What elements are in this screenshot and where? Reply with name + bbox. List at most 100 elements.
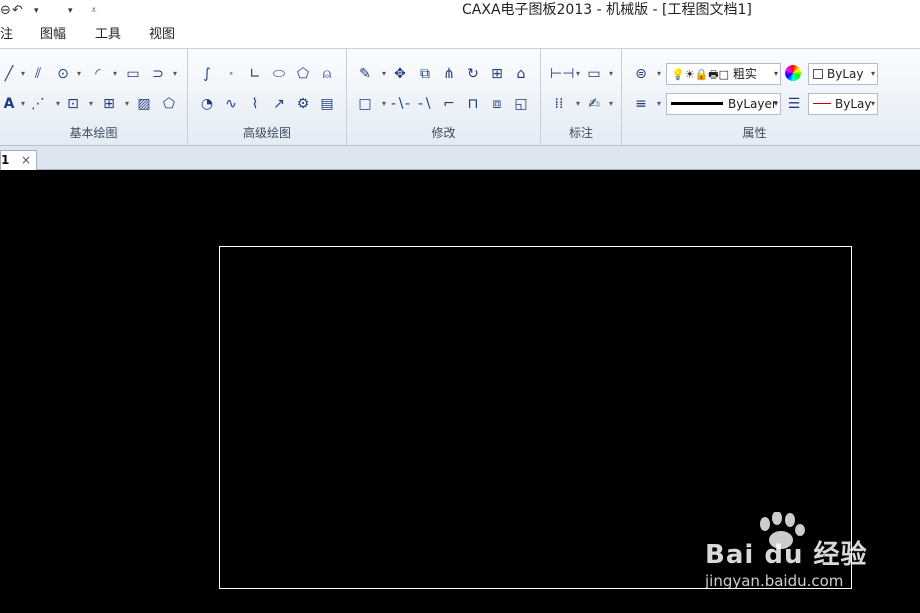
document-tab[interactable]: 1 × — [0, 150, 37, 170]
rotate-icon[interactable]: ↻ — [464, 65, 482, 83]
line-type-value: ByLay — [835, 97, 872, 111]
table-insert-icon[interactable]: ▤ — [318, 95, 336, 113]
layer-combo[interactable]: 💡☀🔒🖶□ 粗实 ▾ — [666, 63, 781, 85]
parallel-line-icon[interactable]: ⫽ — [29, 65, 47, 83]
annotation-dropdown-icon[interactable]: ▾ — [606, 95, 616, 113]
line-weight-icon[interactable]: ≡ — [632, 95, 650, 113]
region-icon[interactable]: ⬠ — [160, 95, 178, 113]
undo-icon[interactable]: ↶ — [12, 2, 23, 20]
delete-icon[interactable]: ✎ — [356, 65, 374, 83]
spline-dropdown-icon[interactable]: ▾ — [170, 65, 180, 83]
undo-dropdown-icon[interactable]: ▾ — [34, 2, 39, 20]
layer-icon[interactable]: ⊜ — [632, 65, 650, 83]
color-value: ByLay — [827, 67, 864, 81]
fill-icon[interactable]: ▨ — [135, 95, 153, 113]
ribbon-group-properties: ⊜ ▾ 💡☀🔒🖶□ 粗实 ▾ ByLay ▾ ≡ ▾ ByLayer ▾ ☰ B… — [622, 49, 887, 145]
scale-icon[interactable]: ◱ — [512, 95, 530, 113]
fillet-icon[interactable]: ⌐ — [440, 95, 458, 113]
layer-name-value: 粗实 — [732, 67, 757, 81]
line-type-preview — [813, 103, 831, 104]
offset-icon[interactable]: ⧈ — [488, 95, 506, 113]
circle-icon[interactable]: ⊙ — [54, 65, 72, 83]
select-frame-icon[interactable]: □ — [356, 95, 374, 113]
polygon-icon[interactable]: ⬠ — [294, 65, 312, 83]
line-weight-value: ByLayer — [728, 97, 777, 111]
select-dropdown-icon[interactable]: ▾ — [379, 95, 389, 113]
ribbon: ╱ ▾ ⫽ ⊙ ▾ ◜ ▾ ▭ ⊃ ▾ A ▾ ⋰ ▾ ⊡ ▾ ⊞ ▾ ▨ ⬠ … — [0, 48, 920, 146]
arc-icon[interactable]: ◜ — [89, 65, 107, 83]
text-icon[interactable]: A — [0, 95, 18, 113]
spline-icon[interactable]: ⊃ — [149, 65, 167, 83]
hole-icon[interactable]: ⍝ — [318, 65, 336, 83]
watermark-brand: Bai du 经验 — [705, 540, 868, 570]
copy-icon[interactable]: ⧉ — [416, 65, 434, 83]
chevron-down-icon: ▾ — [773, 99, 778, 108]
ribbon-group-modify: ✎ ▾ ✥ ⧉ ⋔ ↻ ⊞ ⌂ □ ▾ -∖- -∖ ⌐ ⊓ ⧈ ◱ 修改 — [347, 49, 541, 145]
menu-sheet[interactable]: 图幅 — [40, 27, 66, 43]
menu-tools[interactable]: 工具 — [95, 27, 121, 43]
centerline-dropdown-icon[interactable]: ▾ — [53, 95, 63, 113]
centerline-icon[interactable]: ⋰ — [29, 95, 47, 113]
line-weight-dropdown-icon[interactable]: ▾ — [654, 95, 664, 113]
angle-line-icon[interactable]: ∟ — [246, 65, 264, 83]
dimension-icon[interactable]: ⊢⊣ — [550, 65, 574, 83]
block-dropdown-icon[interactable]: ▾ — [122, 95, 132, 113]
close-icon[interactable]: × — [21, 153, 31, 167]
text-style-dropdown-icon[interactable]: ▾ — [606, 65, 616, 83]
line-icon[interactable]: ╱ — [0, 65, 18, 83]
mirror-icon[interactable]: ⋔ — [440, 65, 458, 83]
circle-segment-icon[interactable]: ◔ — [198, 95, 216, 113]
line-type-combo[interactable]: ByLay ▾ — [808, 93, 878, 115]
save-icon[interactable]: ⊖ — [0, 2, 11, 20]
trim-icon[interactable]: -∖- — [391, 95, 410, 113]
menu-annotation[interactable]: 注 — [0, 27, 13, 43]
redo-dropdown-icon[interactable]: ▾ — [68, 2, 73, 20]
menu-view[interactable]: 视图 — [149, 27, 175, 43]
break-line-icon[interactable]: ⌇ — [246, 95, 264, 113]
color-combo[interactable]: ByLay ▾ — [808, 63, 878, 85]
arrow-icon[interactable]: ↗ — [270, 95, 288, 113]
gear-profile-icon[interactable]: ⚙ — [294, 95, 312, 113]
polyline-icon[interactable]: ∫ — [198, 65, 216, 83]
window-title: CAXA电子图板2013 - 机械版 - [工程图文档1] — [462, 2, 752, 18]
annotation-edit-icon[interactable]: ✍ — [585, 95, 603, 113]
layer-dropdown-icon[interactable]: ▾ — [654, 65, 664, 83]
chamfer-icon[interactable]: ⊓ — [464, 95, 482, 113]
line-dropdown-icon[interactable]: ▾ — [18, 65, 28, 83]
color-swatch — [813, 69, 823, 79]
extend-icon[interactable]: -∖ — [416, 95, 434, 113]
color-wheel-icon[interactable] — [785, 65, 801, 81]
document-tab-strip: 1 × — [0, 146, 920, 170]
ribbon-group-advanced-draw: ∫ ∘ ∟ ⬭ ⬠ ⍝ ◔ ∿ ⌇ ↗ ⚙ ▤ 高级绘图 — [188, 49, 347, 145]
line-weight-combo[interactable]: ByLayer ▾ — [666, 93, 781, 115]
customize-quick-access-icon[interactable]: ⩡ — [91, 2, 97, 20]
watermark-url: jingyan.baidu.com — [705, 572, 844, 590]
ellipse-icon[interactable]: ⬭ — [270, 65, 288, 83]
chevron-down-icon: ▾ — [870, 69, 875, 78]
arc-dropdown-icon[interactable]: ▾ — [110, 65, 120, 83]
dimension-dropdown-icon[interactable]: ▾ — [573, 65, 583, 83]
ribbon-group-label: 高级绘图 — [242, 126, 291, 140]
ribbon-group-basic-draw: ╱ ▾ ⫽ ⊙ ▾ ◜ ▾ ▭ ⊃ ▾ A ▾ ⋰ ▾ ⊡ ▾ ⊞ ▾ ▨ ⬠ … — [0, 49, 188, 145]
hatch-dropdown-icon[interactable]: ▾ — [86, 95, 96, 113]
wave-line-icon[interactable]: ∿ — [222, 95, 240, 113]
rectangle-icon[interactable]: ▭ — [124, 65, 142, 83]
text-dropdown-icon[interactable]: ▾ — [18, 95, 28, 113]
layer-state-icons: 💡☀🔒🖶□ — [671, 68, 730, 81]
menu-bar: 注 图幅 工具 视图 — [0, 22, 920, 48]
coordinate-dimension-icon[interactable]: ⁞⁞ — [550, 95, 568, 113]
baidu-jingyan-watermark: Bai du 经验 jingyan.baidu.com — [705, 512, 875, 592]
block-icon[interactable]: ⊞ — [100, 95, 118, 113]
ribbon-group-label: 标注 — [568, 126, 593, 140]
line-type-icon[interactable]: ☰ — [785, 95, 803, 113]
array-icon[interactable]: ⊞ — [488, 65, 506, 83]
point-icon[interactable]: ∘ — [222, 65, 240, 83]
move-icon[interactable]: ✥ — [391, 65, 409, 83]
text-style-icon[interactable]: ▭ — [585, 65, 603, 83]
hatch-icon[interactable]: ⊡ — [64, 95, 82, 113]
delete-dropdown-icon[interactable]: ▾ — [379, 65, 389, 83]
chevron-down-icon: ▾ — [870, 99, 875, 108]
circle-dropdown-icon[interactable]: ▾ — [74, 65, 84, 83]
coordinate-dropdown-icon[interactable]: ▾ — [573, 95, 583, 113]
stretch-icon[interactable]: ⌂ — [512, 65, 530, 83]
